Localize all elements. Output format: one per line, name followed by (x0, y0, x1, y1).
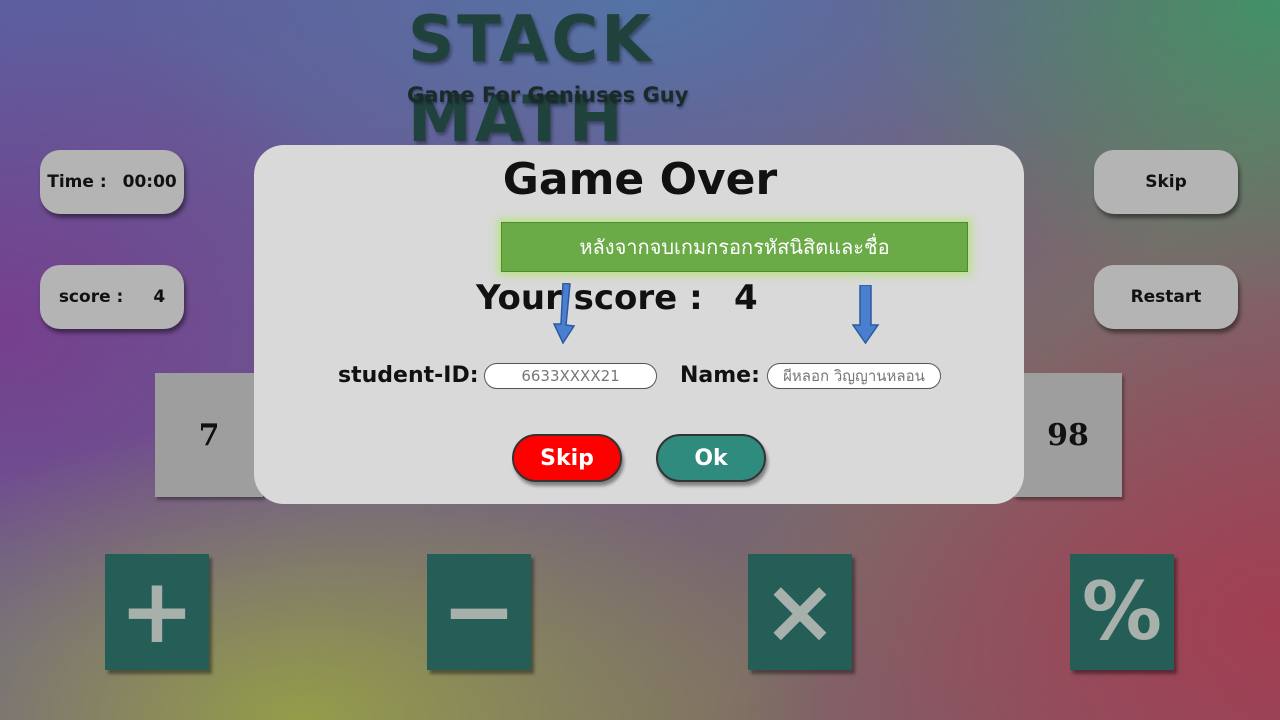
plus-icon: + (119, 559, 195, 664)
game-title: STACK MATH (408, 3, 654, 157)
restart-button[interactable]: Restart (1094, 265, 1238, 329)
minus-icon: − (441, 559, 517, 664)
final-score-value: 4 (734, 278, 758, 318)
dialog-ok-button[interactable]: Ok (656, 434, 766, 482)
plus-button[interactable]: + (105, 554, 209, 670)
percent-button[interactable]: % (1070, 554, 1174, 670)
student-id-label: student-ID: (338, 363, 479, 388)
number-card-right[interactable]: 98 (1014, 373, 1122, 497)
score-label: score : (58, 287, 124, 307)
game-subtitle: Game For Geniuses Guy (407, 83, 689, 107)
arrow-down-icon (852, 285, 880, 345)
score-value: 4 (153, 287, 166, 307)
student-id-field[interactable] (484, 363, 657, 389)
instruction-banner: หลังจากจบเกมกรอกรหัสนิสิตและชื่อ (501, 222, 968, 272)
dialog-skip-button[interactable]: Skip (512, 434, 622, 482)
percent-icon: % (1081, 565, 1163, 658)
name-field[interactable] (767, 363, 941, 389)
multiply-icon: × (762, 559, 838, 664)
dialog-title: Game Over (502, 154, 778, 205)
multiply-button[interactable]: × (748, 554, 852, 670)
number-card-left[interactable]: 7 (155, 373, 263, 497)
final-score-label: Your score : (476, 278, 703, 318)
score-display: score : 4 (40, 265, 184, 329)
arrow-down-icon (552, 283, 576, 345)
minus-button[interactable]: − (427, 554, 531, 670)
name-label: Name: (680, 363, 760, 388)
